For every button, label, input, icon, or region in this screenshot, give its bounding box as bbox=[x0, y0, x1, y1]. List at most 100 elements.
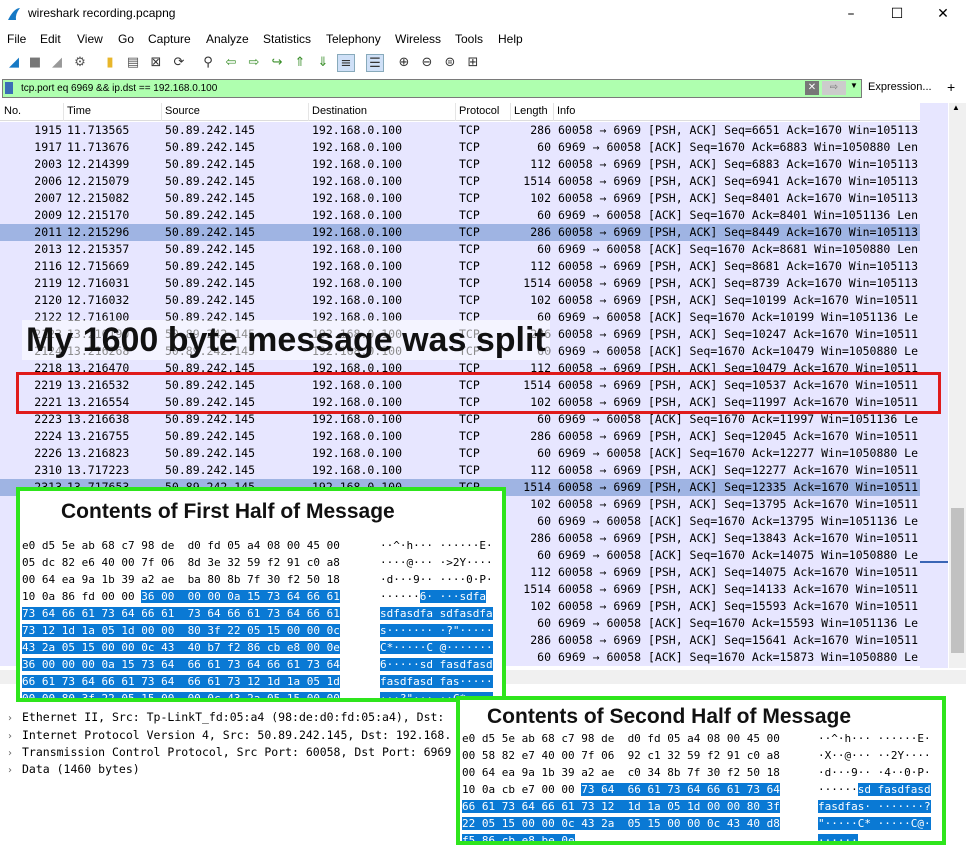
table-row[interactable]: 2310 13.717223 50.89.242.145 192.168.0.100 T… bbox=[0, 462, 920, 479]
maximize-button[interactable]: ☐ bbox=[874, 0, 920, 28]
packet-list-scrollbar[interactable]: ▲ bbox=[949, 103, 966, 668]
zoom-out-icon[interactable]: ⊖ bbox=[418, 54, 436, 72]
menu-view[interactable]: View bbox=[77, 30, 103, 48]
table-row[interactable]: 2003 12.214399 50.89.242.145 192.168.0.100 T… bbox=[0, 156, 920, 173]
menu-wireless[interactable]: Wireless bbox=[395, 30, 441, 48]
table-row[interactable]: 1917 11.713676 50.89.242.145 192.168.0.100 T… bbox=[0, 139, 920, 156]
hex-bytes-line[interactable]: f5 86 cb e8 be 0e bbox=[462, 832, 575, 841]
hex-bytes-line[interactable]: 00 58 82 e7 40 00 7f 06 92 c1 32 59 f2 9… bbox=[462, 747, 780, 764]
column-header-length[interactable]: Length bbox=[514, 105, 548, 117]
clear-filter-icon[interactable]: ✕ bbox=[805, 81, 819, 95]
hex-bytes-line[interactable]: 10 0a 86 fd 00 00 36 00 00 00 0a 15 73 6… bbox=[22, 588, 340, 605]
hex-bytes-line[interactable]: 10 0a cb e7 00 00 73 64 66 61 73 64 66 6… bbox=[462, 781, 780, 798]
table-row[interactable]: 2011 12.215296 50.89.242.145 192.168.0.100 T… bbox=[0, 224, 920, 241]
colorize-icon[interactable]: ☰ bbox=[366, 54, 384, 72]
autoscroll-icon[interactable]: ≡ bbox=[337, 54, 355, 72]
menu-help[interactable]: Help bbox=[498, 30, 523, 48]
hex-bytes-line[interactable]: 66 61 73 64 66 61 73 64 66 61 73 12 1d 1… bbox=[22, 673, 340, 690]
scroll-up-icon[interactable]: ▲ bbox=[952, 103, 960, 112]
hex-ascii-line[interactable]: ··^·h··· ······E· bbox=[818, 730, 931, 747]
scrollbar-thumb[interactable] bbox=[951, 508, 964, 653]
hex-ascii-line[interactable]: 6·····sd fasdfasd bbox=[380, 656, 493, 673]
detail-tcp[interactable]: › Transmission Control Protocol, Src Port… bbox=[8, 745, 451, 761]
column-header-no[interactable]: No. bbox=[4, 105, 21, 117]
display-filter-input[interactable]: tcp.port eq 6969 && ip.dst == 192.168.0.… bbox=[2, 79, 862, 98]
column-header-source[interactable]: Source bbox=[165, 105, 200, 117]
menu-capture[interactable]: Capture bbox=[148, 30, 191, 48]
expression-button[interactable]: Expression... bbox=[868, 81, 932, 93]
table-row[interactable]: 2116 12.715669 50.89.242.145 192.168.0.100 T… bbox=[0, 258, 920, 275]
go-last-icon[interactable]: ⇓ bbox=[314, 54, 332, 72]
hex-ascii-line[interactable]: ··^·h··· ······E· bbox=[380, 537, 493, 554]
menu-edit[interactable]: Edit bbox=[40, 30, 61, 48]
go-forward-icon[interactable]: ⇨ bbox=[245, 54, 263, 72]
zoom-in-icon[interactable]: ⊕ bbox=[395, 54, 413, 72]
hex-bytes-line[interactable]: 36 00 00 00 0a 15 73 64 66 61 73 64 66 6… bbox=[22, 656, 340, 673]
add-filter-button[interactable]: + bbox=[947, 79, 955, 95]
expand-arrow-icon[interactable]: › bbox=[8, 713, 22, 724]
hex-ascii-line[interactable]: "·····C* ·····C@· bbox=[818, 815, 931, 832]
menu-file[interactable]: File bbox=[7, 30, 26, 48]
apply-filter-icon[interactable]: ⇨ bbox=[822, 81, 846, 95]
table-row[interactable]: 2120 12.716032 50.89.242.145 192.168.0.100 T… bbox=[0, 292, 920, 309]
hex-bytes-line[interactable]: e0 d5 5e ab 68 c7 98 de d0 fd 05 a4 08 0… bbox=[22, 537, 340, 554]
hex-ascii-line[interactable]: ······6· ···sdfa bbox=[380, 588, 486, 605]
restart-capture-icon[interactable]: ◢ bbox=[48, 54, 66, 72]
normal-size-icon[interactable]: ⊜ bbox=[441, 54, 459, 72]
hex-bytes-line[interactable]: 00 64 ea 9a 1b 39 a2 ae ba 80 8b 7f 30 f… bbox=[22, 571, 340, 588]
hex-ascii-line[interactable]: ······ bbox=[818, 832, 858, 841]
hex-bytes-line[interactable]: 00 64 ea 9a 1b 39 a2 ae c0 34 8b 7f 30 f… bbox=[462, 764, 780, 781]
hex-bytes-line[interactable]: 05 dc 82 e6 40 00 7f 06 8d 3e 32 59 f2 9… bbox=[22, 554, 340, 571]
table-row[interactable]: 2224 13.216755 50.89.242.145 192.168.0.100 T… bbox=[0, 428, 920, 445]
column-header-protocol[interactable]: Protocol bbox=[459, 105, 499, 117]
expand-arrow-icon[interactable]: › bbox=[8, 731, 22, 742]
hex-bytes-line[interactable]: 73 64 66 61 73 64 66 61 73 64 66 61 73 6… bbox=[22, 605, 340, 622]
expand-arrow-icon[interactable]: › bbox=[8, 748, 22, 759]
close-button[interactable]: ✕ bbox=[920, 0, 966, 28]
hex-ascii-line[interactable]: C*·····C @······· bbox=[380, 639, 493, 656]
hex-ascii-line[interactable]: sdfasdfa sdfasdfa bbox=[380, 605, 493, 622]
hex-bytes-line[interactable]: 73 12 1d 1a 05 1d 00 00 80 3f 22 05 15 0… bbox=[22, 622, 340, 639]
column-header-info[interactable]: Info bbox=[557, 105, 575, 117]
hex-ascii-line[interactable]: fasdfas· ·······? bbox=[818, 798, 931, 815]
open-file-icon[interactable]: ▮ bbox=[101, 54, 119, 72]
detail-data[interactable]: › Data (1460 bytes) bbox=[8, 762, 140, 778]
hex-ascii-line[interactable]: ·d···9·· ····0·P· bbox=[380, 571, 493, 588]
find-packet-icon[interactable]: ⚲ bbox=[199, 54, 217, 72]
hex-ascii-line[interactable]: ·X··@··· ··2Y···· bbox=[818, 747, 931, 764]
start-capture-icon[interactable]: ◢ bbox=[5, 54, 23, 72]
hex-ascii-line[interactable]: s······· ·?"····· bbox=[380, 622, 493, 639]
close-file-icon[interactable]: ⊠ bbox=[147, 54, 165, 72]
hex-bytes-line[interactable]: 22 05 15 00 00 0c 43 2a 05 15 00 00 0c 4… bbox=[462, 815, 780, 832]
hex-bytes-line[interactable]: 43 2a 05 15 00 00 0c 43 40 b7 f2 86 cb e… bbox=[22, 639, 340, 656]
table-row[interactable]: 2009 12.215170 50.89.242.145 192.168.0.100 T… bbox=[0, 207, 920, 224]
stop-capture-icon[interactable]: ■ bbox=[26, 54, 44, 72]
table-row[interactable]: 2006 12.215079 50.89.242.145 192.168.0.100 T… bbox=[0, 173, 920, 190]
hex-bytes-line[interactable]: 00 00 80 3f 22 05 15 00 00 0c 43 2a 05 1… bbox=[22, 690, 340, 698]
filter-history-dropdown-icon[interactable]: ▼ bbox=[850, 81, 858, 90]
column-header-time[interactable]: Time bbox=[67, 105, 91, 117]
menu-telephony[interactable]: Telephony bbox=[326, 30, 381, 48]
go-to-packet-icon[interactable]: ↪ bbox=[268, 54, 286, 72]
go-back-icon[interactable]: ⇦ bbox=[222, 54, 240, 72]
menu-analyze[interactable]: Analyze bbox=[206, 30, 249, 48]
resize-columns-icon[interactable]: ⊞ bbox=[464, 54, 482, 72]
table-row[interactable]: 2226 13.216823 50.89.242.145 192.168.0.100 T… bbox=[0, 445, 920, 462]
go-first-icon[interactable]: ⇑ bbox=[291, 54, 309, 72]
detail-ethernet[interactable]: › Ethernet II, Src: Tp-LinkT_fd:05:a4 (98… bbox=[8, 710, 444, 726]
menu-go[interactable]: Go bbox=[118, 30, 134, 48]
table-row[interactable]: 1915 11.713565 50.89.242.145 192.168.0.100 T… bbox=[0, 122, 920, 139]
menu-statistics[interactable]: Statistics bbox=[263, 30, 311, 48]
detail-ip[interactable]: › Internet Protocol Version 4, Src: 50.89… bbox=[8, 728, 451, 744]
capture-options-icon[interactable]: ⚙ bbox=[71, 54, 89, 72]
hex-ascii-line[interactable]: ······sd fasdfasd bbox=[818, 781, 931, 798]
hex-ascii-line[interactable]: fasdfasd fas····· bbox=[380, 673, 493, 690]
expand-arrow-icon[interactable]: › bbox=[8, 765, 22, 776]
hex-bytes-line[interactable]: 66 61 73 64 66 61 73 12 1d 1a 05 1d 00 0… bbox=[462, 798, 780, 815]
hex-ascii-line[interactable]: ·d···9·· ·4··0·P· bbox=[818, 764, 931, 781]
minimize-button[interactable]: – bbox=[828, 0, 874, 28]
table-row[interactable]: 2119 12.716031 50.89.242.145 192.168.0.100 T… bbox=[0, 275, 920, 292]
table-row[interactable]: 2007 12.215082 50.89.242.145 192.168.0.100 T… bbox=[0, 190, 920, 207]
reload-file-icon[interactable]: ⟳ bbox=[170, 54, 188, 72]
column-header-destination[interactable]: Destination bbox=[312, 105, 367, 117]
